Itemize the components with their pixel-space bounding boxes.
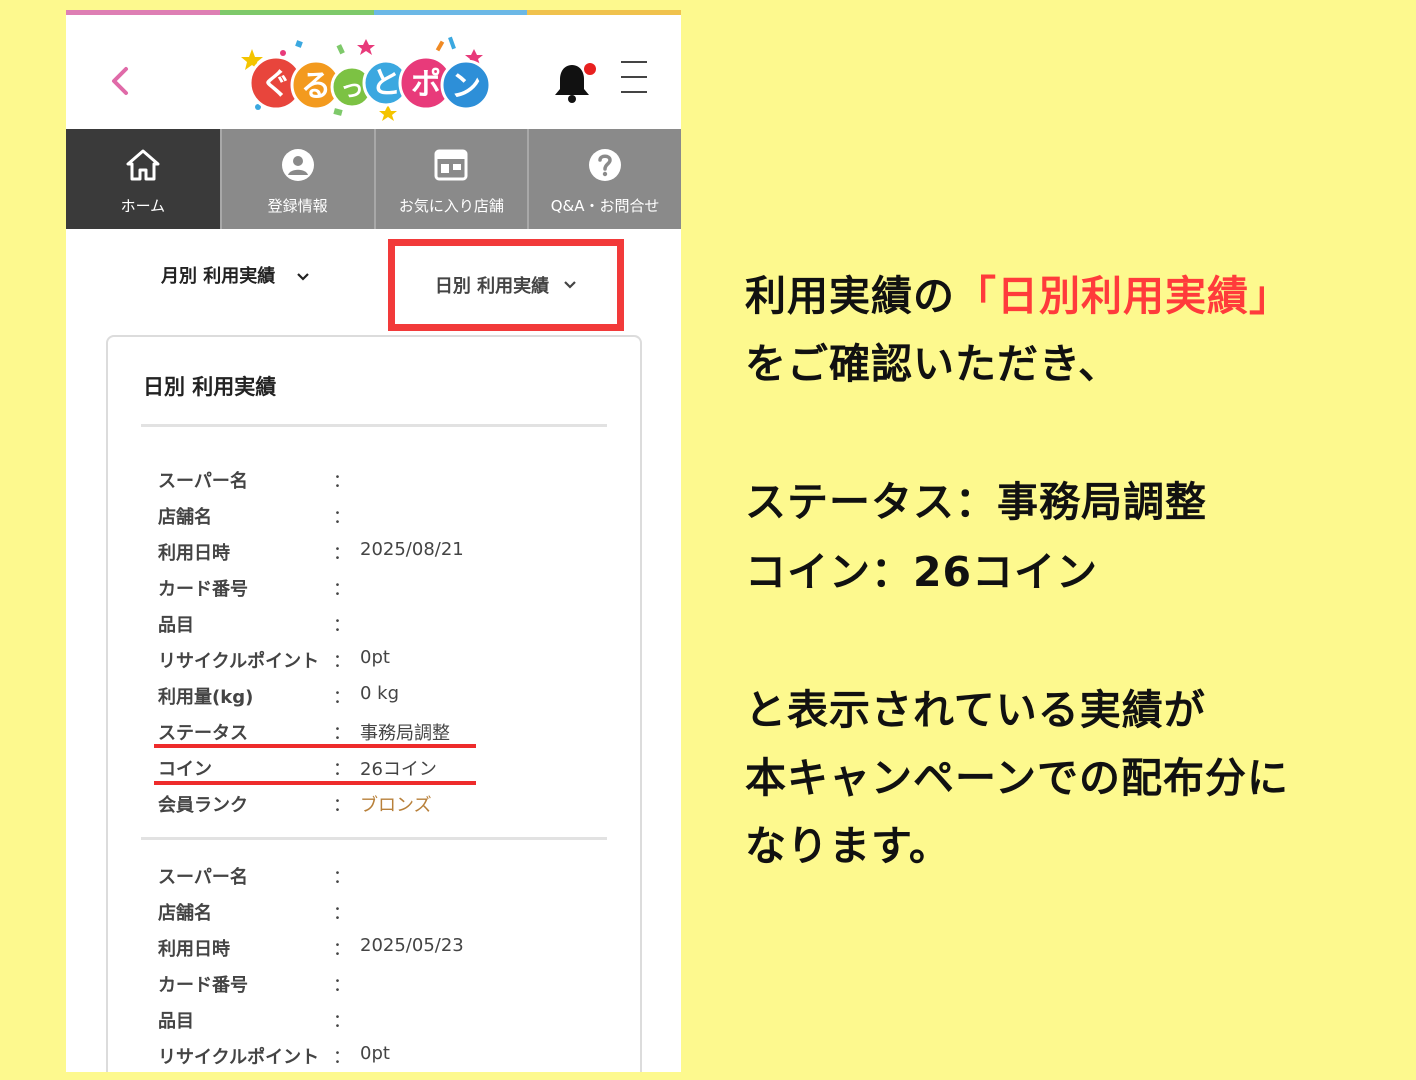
chevron-down-icon (564, 281, 576, 289)
explanation-line-2: をご確認いただき、 (745, 340, 1121, 388)
explanation-line-3: ステータス：事務局調整 (745, 478, 1207, 526)
card-title: 日別 利用実績 (143, 375, 277, 399)
explanation-line-5: と表示されている実績が (745, 686, 1206, 734)
logo-letters: ぐ る っ と ポ ン (248, 55, 492, 111)
phone-screen: ぐ る っ と ポ ン ホーム 登録情報 お気に入り店舗 Q&A・お問合せ 月別… (66, 10, 681, 1072)
tab-label: 月別 利用実績 (161, 266, 276, 287)
record-row-store: 店舗名： (158, 507, 351, 528)
record-row-item: 品目： (158, 615, 351, 636)
record-row-card-number: カード番号： (158, 579, 351, 600)
question-icon (589, 149, 622, 181)
nav-label: 登録情報 (267, 197, 328, 215)
record-row-super: スーパー名： (158, 867, 351, 888)
nav-item-home[interactable]: ホーム (66, 129, 220, 229)
chevron-down-icon (296, 273, 309, 281)
record-row-recycle-point: リサイクルポイント： 0pt (158, 1043, 390, 1068)
record-row-rank: 会員ランク：ブロンズ (158, 795, 432, 816)
record-row-date: 利用日時： 2025/05/23 (158, 935, 464, 960)
record-row-recycle-point: リサイクルポイント： 0pt (158, 647, 390, 672)
app-logo: ぐ る っ と ポ ン (241, 36, 492, 121)
svg-text:と: と (371, 66, 401, 101)
chevron-left-icon[interactable] (106, 63, 136, 99)
svg-text:ン: ン (451, 69, 481, 104)
nav-item-faq[interactable]: Q&A・お問合せ (527, 129, 681, 229)
svg-text:っ: っ (340, 74, 364, 102)
divider (141, 837, 607, 840)
record-row-item: 品目： (158, 1011, 351, 1032)
coin-highlight-underline (154, 781, 476, 785)
svg-text:ぐ: ぐ (261, 67, 291, 102)
tab-label: 日別 利用実績 (434, 276, 550, 297)
explanation-line-4: コイン：26コイン (745, 548, 1099, 596)
user-icon (281, 149, 314, 181)
record-row-super: スーパー名： (158, 471, 351, 492)
record-row-date: 利用日時： 2025/08/21 (158, 539, 464, 564)
status-highlight-underline (154, 744, 476, 748)
highlight-text: 「日別利用実績」 (955, 272, 1291, 320)
bell-icon[interactable] (552, 59, 596, 107)
hamburger-menu-icon[interactable] (621, 59, 649, 95)
nav-item-profile[interactable]: 登録情報 (219, 129, 374, 229)
app-header: ぐ る っ と ポ ン (66, 15, 681, 129)
nav-label: Q&A・お問合せ (550, 197, 660, 215)
nav-item-favorite-stores[interactable]: お気に入り店舗 (373, 129, 528, 229)
nav-label: お気に入り店舗 (398, 197, 504, 215)
explanation-line-7: なります。 (745, 822, 951, 870)
record-row-store: 店舗名： (158, 903, 351, 924)
record-row-card-number: カード番号： (158, 975, 351, 996)
store-icon (434, 149, 468, 181)
svg-text:る: る (301, 69, 331, 104)
tab-monthly-usage[interactable]: 月別 利用実績 (161, 262, 310, 288)
tab-daily-usage[interactable]: 日別 利用実績 (388, 239, 624, 331)
nav-label: ホーム (120, 197, 166, 215)
daily-usage-card: 日別 利用実績 スーパー名： 店舗名： 利用日時： 2025/08/21 カード番… (106, 335, 642, 1072)
divider (141, 424, 607, 427)
record-row-amount: 利用量(kg)： 0 kg (158, 683, 400, 708)
main-nav: ホーム 登録情報 お気に入り店舗 Q&A・お問合せ (66, 129, 681, 229)
home-icon (126, 149, 160, 181)
explanation-line-1: 利用実績の「日別利用実績」 (745, 272, 1291, 320)
explanation-line-6: 本キャンペーンでの配布分に (745, 754, 1289, 802)
svg-text:ポ: ポ (411, 67, 441, 102)
